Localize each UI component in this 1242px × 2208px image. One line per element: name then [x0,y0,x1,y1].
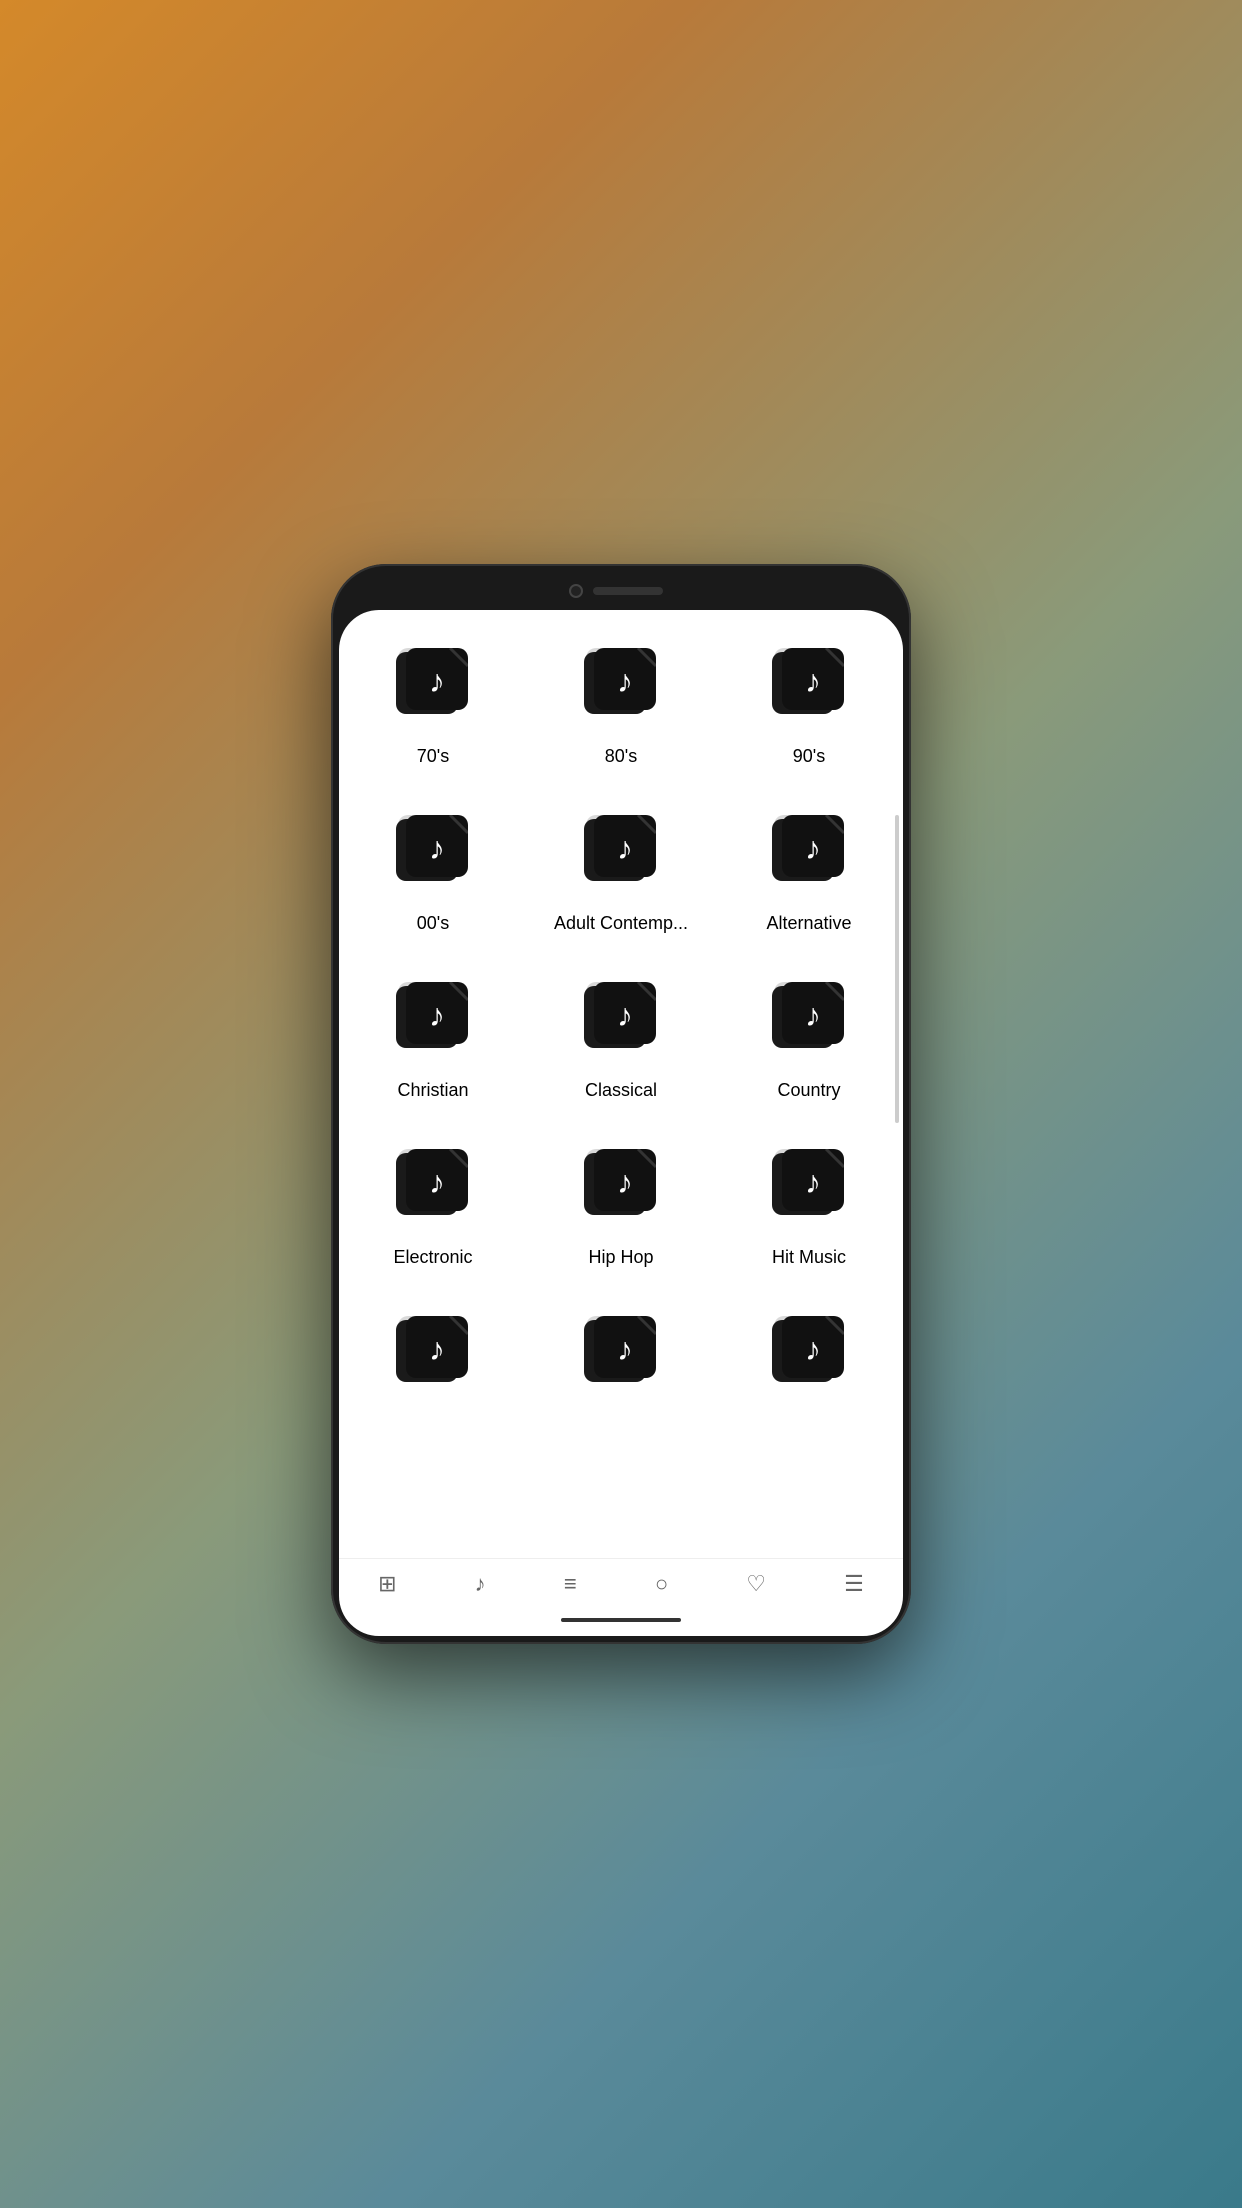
svg-text:♪: ♪ [805,997,821,1033]
genre-item-90s[interactable]: ♪ 90's [715,620,903,787]
music-icon-row5col3: ♪ [764,1308,854,1398]
home-indicator [561,1618,681,1622]
svg-text:♪: ♪ [617,663,633,699]
nav-heart-icon[interactable]: ♡ [746,1571,766,1597]
genre-item-hit-music[interactable]: ♪ Hit Music [715,1121,903,1288]
genre-label-classical: Classical [585,1080,657,1101]
genre-label-70s: 70's [417,746,449,767]
nav-home-icon[interactable]: ⊞ [378,1571,396,1597]
svg-text:♪: ♪ [805,1331,821,1367]
music-icon-classical: ♪ [576,974,666,1064]
phone-notch [339,572,903,610]
music-icon-electronic: ♪ [388,1141,478,1231]
genre-label-alternative: Alternative [766,913,851,934]
svg-text:♪: ♪ [617,830,633,866]
music-icon-90s: ♪ [764,640,854,730]
genre-label-00s: 00's [417,913,449,934]
nav-search-icon[interactable]: ○ [655,1571,668,1597]
phone-screen: ♪ 70's ♪ 80's ♪ 90's [339,610,903,1636]
music-icon-70s: ♪ [388,640,478,730]
front-camera [569,584,583,598]
genre-label-90s: 90's [793,746,825,767]
phone-frame: ♪ 70's ♪ 80's ♪ 90's [331,564,911,1644]
music-icon-country: ♪ [764,974,854,1064]
earpiece [593,587,663,595]
music-icon-christian: ♪ [388,974,478,1064]
genre-label-hit-music: Hit Music [772,1247,846,1268]
music-icon-00s: ♪ [388,807,478,897]
svg-text:♪: ♪ [429,830,445,866]
genre-label-christian: Christian [397,1080,468,1101]
svg-text:♪: ♪ [429,997,445,1033]
scrollbar[interactable] [895,815,899,1123]
nav-menu-icon[interactable]: ≡ [564,1571,577,1597]
genre-item-country[interactable]: ♪ Country [715,954,903,1121]
genre-item-row5col2[interactable]: ♪ [527,1288,715,1434]
bottom-bar [395,1608,846,1636]
genre-item-electronic[interactable]: ♪ Electronic [339,1121,527,1288]
genre-item-hip-hop[interactable]: ♪ Hip Hop [527,1121,715,1288]
svg-text:♪: ♪ [429,663,445,699]
genre-item-row5col1[interactable]: ♪ [339,1288,527,1434]
music-icon-row5col2: ♪ [576,1308,666,1398]
bottom-nav: ⊞ ♪ ≡ ○ ♡ ☰ [339,1558,903,1608]
genre-item-classical[interactable]: ♪ Classical [527,954,715,1121]
svg-text:♪: ♪ [429,1331,445,1367]
music-icon-hip-hop: ♪ [576,1141,666,1231]
music-icon-80s: ♪ [576,640,666,730]
nav-music-icon[interactable]: ♪ [475,1571,486,1597]
music-icon-adult-contemp: ♪ [576,807,666,897]
genre-item-00s[interactable]: ♪ 00's [339,787,527,954]
genre-item-70s[interactable]: ♪ 70's [339,620,527,787]
genre-item-christian[interactable]: ♪ Christian [339,954,527,1121]
genre-label-country: Country [777,1080,840,1101]
svg-text:♪: ♪ [805,663,821,699]
svg-text:♪: ♪ [429,1164,445,1200]
genre-label-80s: 80's [605,746,637,767]
svg-text:♪: ♪ [617,997,633,1033]
genre-item-row5col3[interactable]: ♪ [715,1288,903,1434]
nav-more-icon[interactable]: ☰ [844,1571,864,1597]
genre-label-hip-hop: Hip Hop [588,1247,653,1268]
genre-label-adult-contemp: Adult Contemp... [554,913,688,934]
genre-label-electronic: Electronic [393,1247,472,1268]
genre-item-80s[interactable]: ♪ 80's [527,620,715,787]
genre-grid: ♪ 70's ♪ 80's ♪ 90's [339,620,903,1434]
svg-text:♪: ♪ [805,830,821,866]
genre-item-alternative[interactable]: ♪ Alternative [715,787,903,954]
svg-text:♪: ♪ [805,1164,821,1200]
music-icon-alternative: ♪ [764,807,854,897]
genre-list: ♪ 70's ♪ 80's ♪ 90's [339,610,903,1558]
svg-text:♪: ♪ [617,1331,633,1367]
genre-item-adult-contemp[interactable]: ♪ Adult Contemp... [527,787,715,954]
svg-text:♪: ♪ [617,1164,633,1200]
music-icon-row5col1: ♪ [388,1308,478,1398]
music-icon-hit-music: ♪ [764,1141,854,1231]
